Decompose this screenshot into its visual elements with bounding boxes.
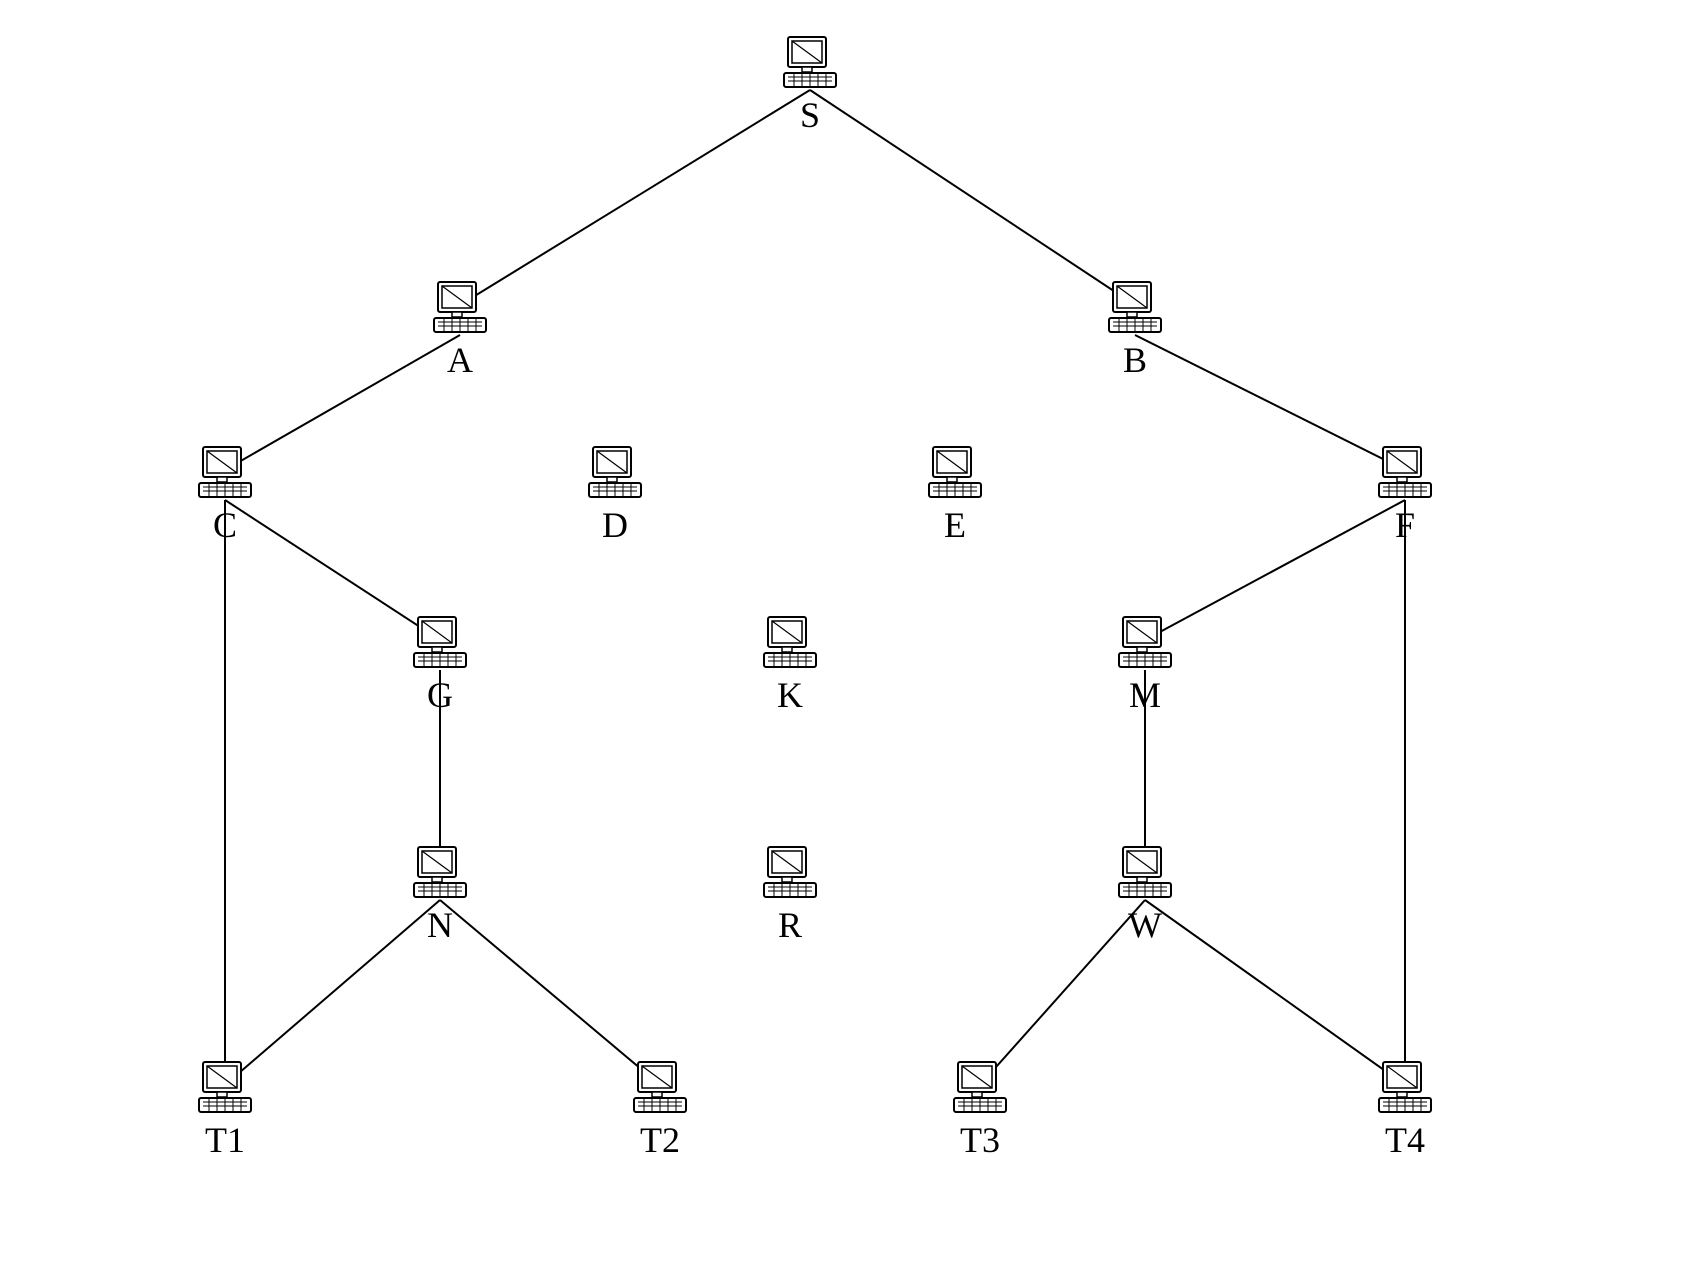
computer-icon [780,35,840,90]
computer-icon [1375,1060,1435,1115]
computer-icon [760,615,820,670]
computer-icon [925,445,985,500]
computer-icon [1115,845,1175,900]
computer-icon [430,280,490,335]
node-label: S [770,94,850,136]
computer-icon [585,445,645,500]
node-label: B [1095,339,1175,381]
computer-icon [195,445,255,500]
node-B: B [1095,280,1175,381]
node-R: R [750,845,830,946]
computer-icon [1115,845,1175,900]
node-label: E [915,504,995,546]
node-label: T2 [620,1119,700,1161]
computer-icon [760,845,820,900]
node-label: F [1365,504,1445,546]
node-C: C [185,445,265,546]
node-label: D [575,504,655,546]
node-T4: T4 [1365,1060,1445,1161]
node-D: D [575,445,655,546]
computer-icon [925,445,985,500]
node-label: T1 [185,1119,265,1161]
node-label: C [185,504,265,546]
computer-icon [585,445,645,500]
computer-icon [630,1060,690,1115]
node-A: A [420,280,500,381]
computer-icon [760,845,820,900]
computer-icon [1105,280,1165,335]
node-F: F [1365,445,1445,546]
node-T2: T2 [620,1060,700,1161]
computer-icon [780,35,840,90]
node-label: N [400,904,480,946]
computer-icon [1375,445,1435,500]
computer-icon [950,1060,1010,1115]
node-W: W [1105,845,1185,946]
node-G: G [400,615,480,716]
node-E: E [915,445,995,546]
node-S: S [770,35,850,136]
computer-icon [410,615,470,670]
edge-S-A [460,90,810,305]
node-N: N [400,845,480,946]
computer-icon [1115,615,1175,670]
computer-icon [430,280,490,335]
node-label: K [750,674,830,716]
node-label: W [1105,904,1185,946]
node-label: M [1105,674,1185,716]
node-M: M [1105,615,1185,716]
network-diagram: S A B [0,0,1688,1279]
node-label: A [420,339,500,381]
node-label: R [750,904,830,946]
node-label: T3 [940,1119,1020,1161]
computer-icon [950,1060,1010,1115]
computer-icon [195,445,255,500]
computer-icon [1375,445,1435,500]
computer-icon [630,1060,690,1115]
node-T3: T3 [940,1060,1020,1161]
computer-icon [1115,615,1175,670]
computer-icon [410,845,470,900]
computer-icon [760,615,820,670]
computer-icon [1375,1060,1435,1115]
computer-icon [410,615,470,670]
computer-icon [195,1060,255,1115]
node-label: G [400,674,480,716]
computer-icon [410,845,470,900]
computer-icon [195,1060,255,1115]
node-T1: T1 [185,1060,265,1161]
node-label: T4 [1365,1119,1445,1161]
edge-S-B [810,90,1135,305]
computer-icon [1105,280,1165,335]
node-K: K [750,615,830,716]
